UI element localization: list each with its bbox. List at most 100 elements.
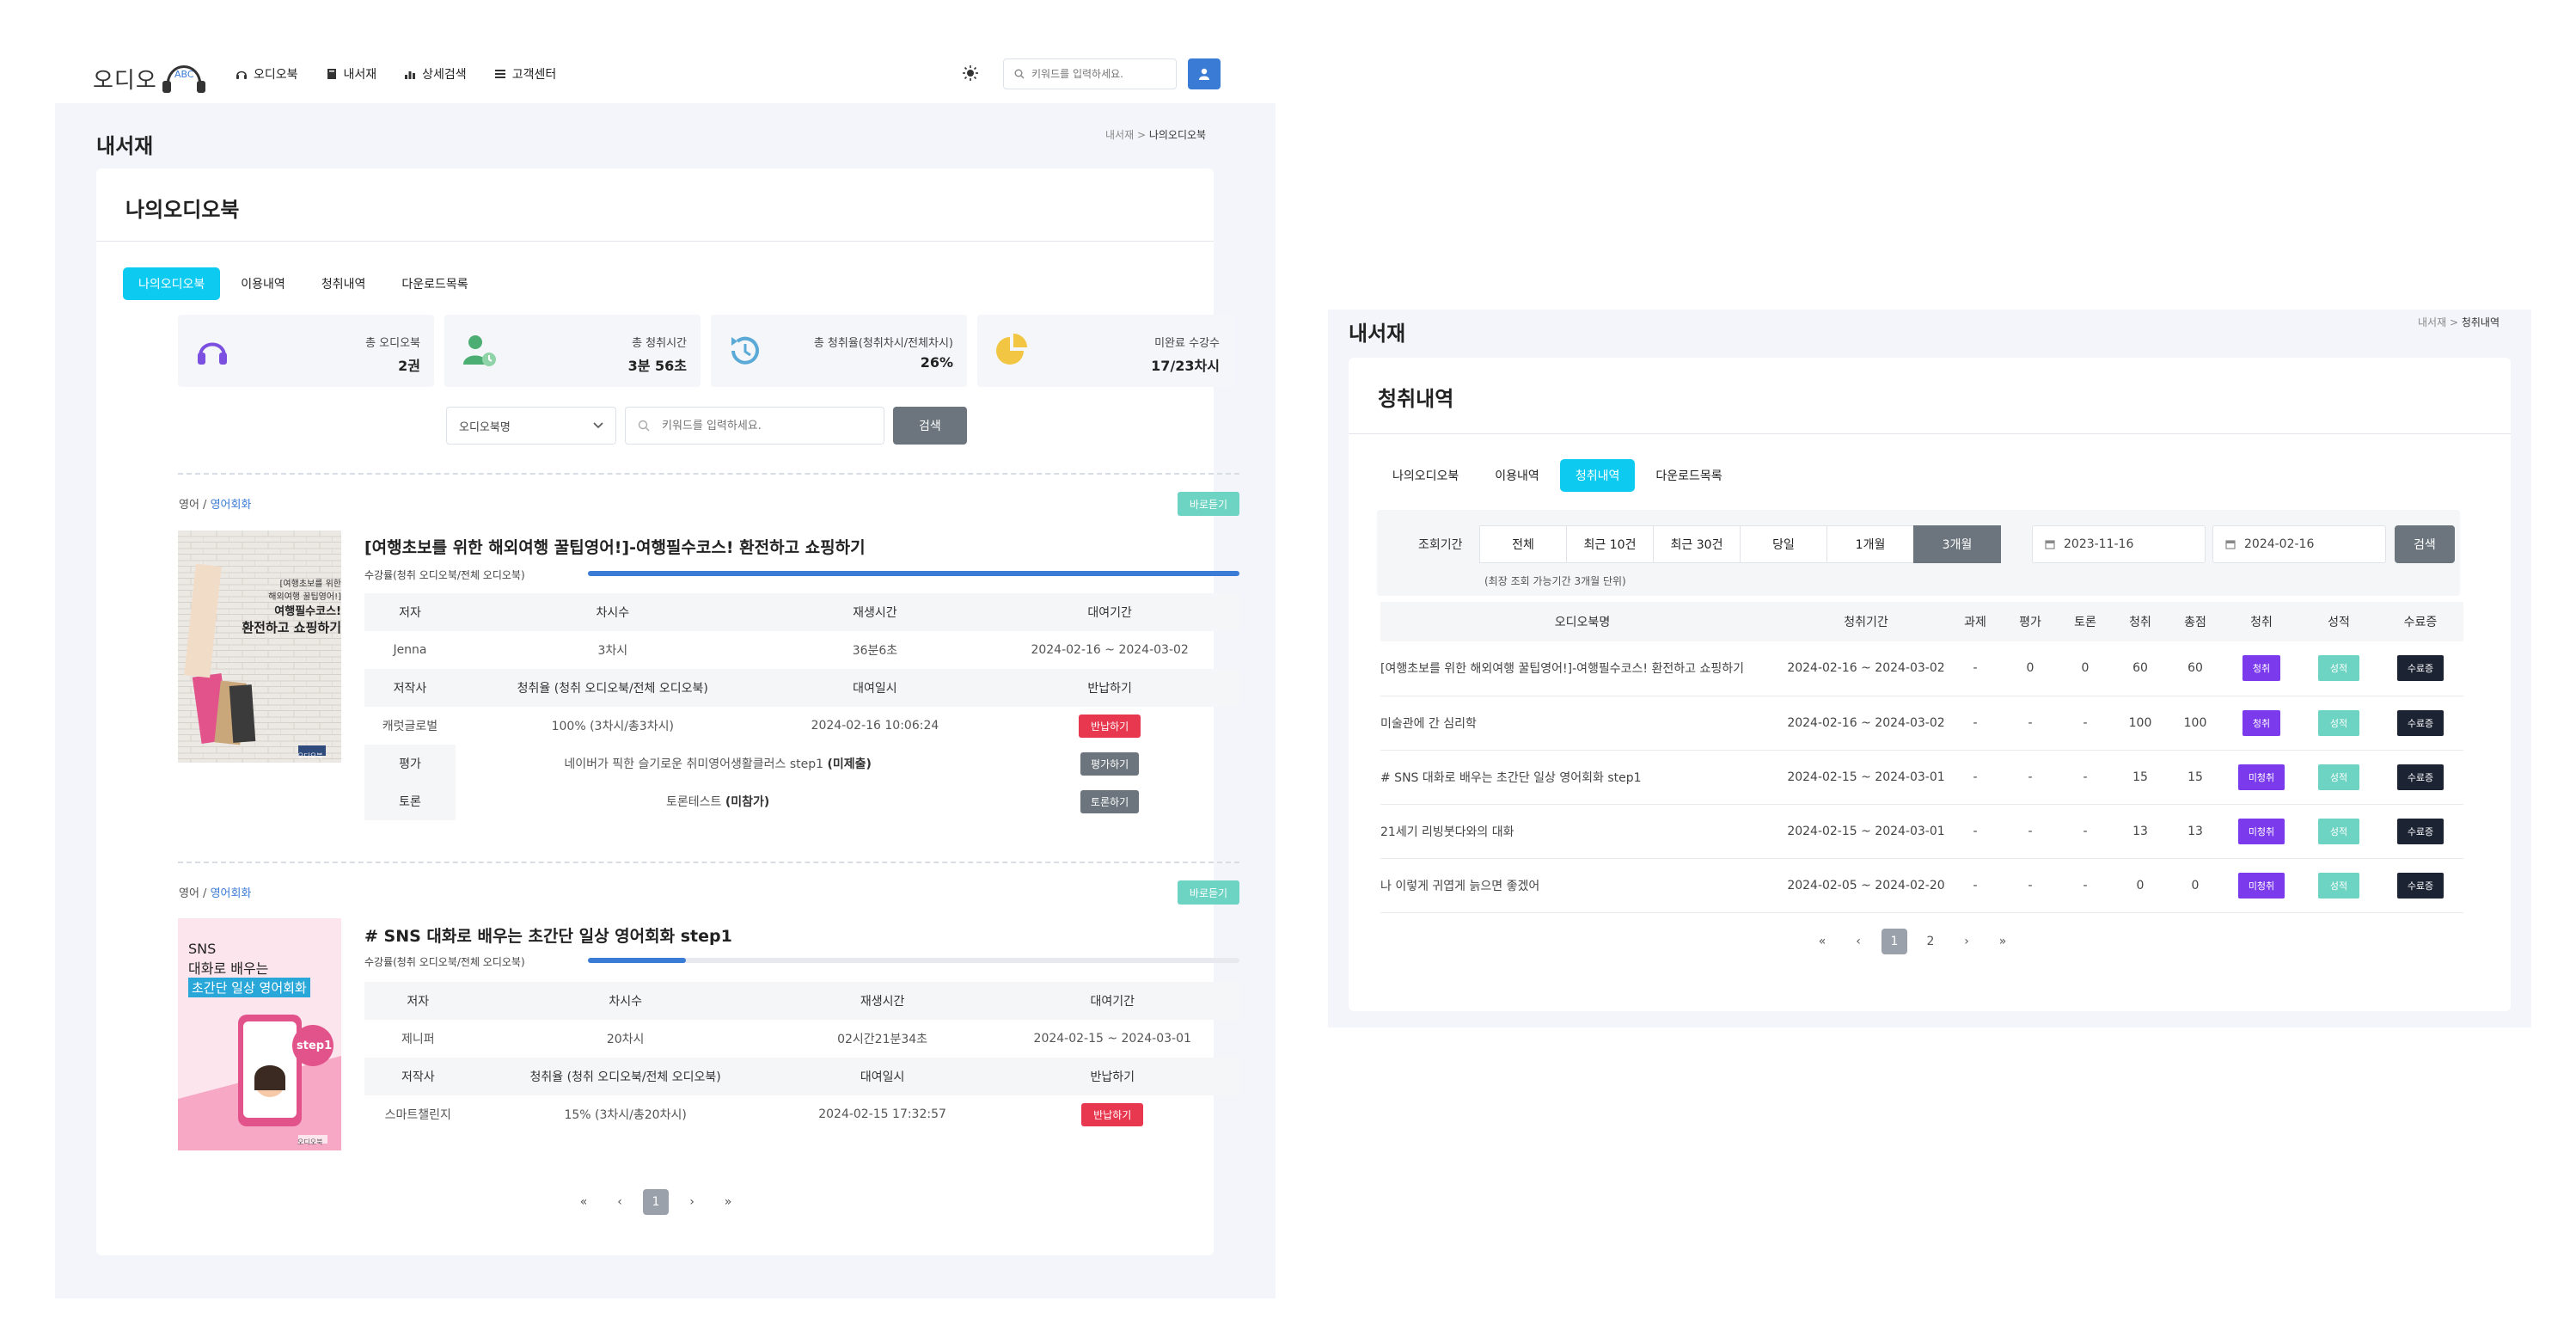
row-certificate-button[interactable]: 수료증	[2396, 818, 2444, 844]
row-status-button[interactable]: 미청취	[2237, 872, 2285, 899]
date-from-field[interactable]: 2023-11-16	[2032, 525, 2206, 563]
row-certificate-button[interactable]: 수료증	[2396, 709, 2444, 736]
row-certificate-button[interactable]: 수료증	[2396, 655, 2444, 682]
row-title[interactable]: 미술관에 간 심리학	[1380, 696, 1784, 751]
nav-support[interactable]: 고객센터	[494, 65, 556, 83]
row-title[interactable]: 나 이렇게 귀엽게 늙으면 좋겠어	[1380, 858, 1784, 913]
tab-usage-history[interactable]: 이용내역	[1479, 459, 1555, 492]
row-grade-button[interactable]: 성적	[2317, 655, 2360, 682]
page-last[interactable]: »	[1990, 929, 2016, 954]
row-grade-button[interactable]: 성적	[2317, 709, 2360, 736]
theme-toggle-sun-icon[interactable]	[961, 64, 980, 83]
site-logo[interactable]: 오디오 ABC	[93, 52, 209, 95]
row-period: 2024-02-15 ~ 2024-03-01	[1784, 804, 1948, 859]
tab-download-list[interactable]: 다운로드목록	[386, 267, 483, 300]
page-number[interactable]: 1	[1882, 929, 1907, 954]
logo-mark-icon: ABC	[162, 65, 205, 93]
row-certificate-button[interactable]: 수료증	[2396, 764, 2444, 790]
nav-audiobook[interactable]: 오디오북	[236, 65, 298, 83]
row-grade-button[interactable]: 성적	[2317, 764, 2360, 790]
header-search-input[interactable]	[1031, 68, 1160, 80]
discuss-text: 토론테스트	[665, 795, 722, 809]
table-row: Jenna 3차시 36분6초 2024-02-16 ~ 2024-03-02	[364, 631, 1239, 669]
page-first[interactable]: «	[1809, 929, 1835, 954]
header-cell: 차시수	[471, 982, 780, 1020]
nav-advanced-search[interactable]: 상세검색	[404, 65, 467, 83]
period-3-month[interactable]: 3개월	[1913, 525, 2001, 563]
page-last[interactable]: »	[715, 1189, 741, 1215]
row-total: 100	[2168, 696, 2223, 751]
row-status-button[interactable]: 미청취	[2237, 818, 2285, 844]
row-status-cell: 청취	[2223, 696, 2300, 751]
book-cover[interactable]	[178, 531, 341, 763]
tab-download-list[interactable]: 다운로드목록	[1640, 459, 1737, 492]
row-listen-score: 13	[2113, 804, 2168, 859]
main-nav: 오디오북 내서재 상세검색 고객센터	[236, 65, 556, 83]
category-sub[interactable]: 영어회화	[211, 887, 252, 900]
page-first[interactable]: «	[571, 1189, 597, 1215]
return-button[interactable]: 반납하기	[1079, 714, 1141, 738]
search-button[interactable]: 검색	[893, 407, 967, 445]
tab-listening-history[interactable]: 청취내역	[306, 267, 382, 300]
page-prev[interactable]: ‹	[607, 1189, 633, 1215]
period-all[interactable]: 전체	[1479, 525, 1567, 563]
row-discuss: -	[2058, 750, 2113, 805]
period-segment: 전체 최근 10건 최근 30건 당일 1개월 3개월	[1479, 525, 2001, 563]
return-cell: 반납하기	[985, 1095, 1239, 1133]
row-status-button[interactable]: 미청취	[2237, 764, 2285, 790]
tab-listening-history[interactable]: 청취내역	[1559, 459, 1636, 492]
breadcrumb-root[interactable]: 내서재	[2418, 316, 2446, 328]
row-status-button[interactable]: 청취	[2242, 709, 2281, 736]
return-cell: 반납하기	[980, 707, 1239, 745]
tab-my-audiobook[interactable]: 나의오디오북	[123, 267, 221, 300]
page-number[interactable]: 1	[643, 1189, 669, 1215]
page-number[interactable]: 2	[1918, 929, 1943, 954]
row-title[interactable]: 21세기 리빙붓다와의 대화	[1380, 804, 1784, 859]
book-title[interactable]: [여행초보를 위한 해외여행 꿀팁영어!]-여행필수코스! 환전하고 쇼핑하기	[364, 535, 866, 558]
row-status-button[interactable]: 청취	[2242, 655, 2281, 682]
book-title[interactable]: # SNS 대화로 배우는 초간단 일상 영어회화 step1	[364, 923, 732, 947]
quick-listen-button[interactable]: 바로듣기	[1178, 880, 1239, 905]
period-today[interactable]: 당일	[1740, 525, 1827, 563]
period-recent-10[interactable]: 최근 10건	[1566, 525, 1654, 563]
page-prev[interactable]: ‹	[1845, 929, 1871, 954]
breadcrumb-root[interactable]: 내서재	[1105, 129, 1134, 141]
row-title[interactable]: [여행초보를 위한 해외여행 꿀팁영어!]-여행필수코스! 환전하고 쇼핑하기	[1380, 641, 1784, 696]
cover-line: 해외여행 꿀팁영어!]	[268, 592, 341, 602]
discuss-label: 토론	[364, 782, 456, 820]
rental-date-cell: 2024-02-15 17:32:57	[818, 1107, 946, 1121]
stat-total-audiobooks: 총 오디오북 2권	[178, 315, 434, 387]
date-to-field[interactable]: 2024-02-16	[2212, 525, 2386, 563]
history-search-button[interactable]: 검색	[2395, 525, 2455, 563]
search-type-select[interactable]: 오디오북명	[446, 407, 616, 445]
row-certificate-button[interactable]: 수료증	[2396, 872, 2444, 899]
page-next[interactable]: ›	[679, 1189, 705, 1215]
row-period: 2024-02-05 ~ 2024-02-20	[1784, 858, 1948, 913]
period-recent-30[interactable]: 최근 30건	[1653, 525, 1741, 563]
tab-my-audiobook[interactable]: 나의오디오북	[1377, 459, 1474, 492]
row-period: 2024-02-16 ~ 2024-03-02	[1784, 696, 1948, 751]
row-grade-button[interactable]: 성적	[2317, 872, 2360, 899]
row-discuss: -	[2058, 696, 2113, 751]
user-menu-button[interactable]	[1188, 58, 1221, 89]
category-sub[interactable]: 영어회화	[211, 499, 252, 512]
discuss-button[interactable]: 토론하기	[1080, 789, 1140, 813]
discuss-status: (미참가)	[725, 795, 770, 809]
page-next[interactable]: ›	[1954, 929, 1979, 954]
period-1-month[interactable]: 1개월	[1826, 525, 1914, 563]
duration-cell: 02시간21분34초	[837, 1033, 928, 1046]
nav-advanced-search-label: 상세검색	[422, 68, 467, 82]
keyword-input[interactable]	[662, 419, 868, 432]
nav-library[interactable]: 내서재	[326, 65, 376, 83]
header-cell: 대여기간	[980, 593, 1239, 631]
row-title[interactable]: # SNS 대화로 배우는 초간단 일상 영어회화 step1	[1380, 750, 1784, 805]
review-button[interactable]: 평가하기	[1080, 751, 1140, 776]
tab-usage-history[interactable]: 이용내역	[225, 267, 301, 300]
card-title: 나의오디오북	[125, 198, 240, 222]
discuss-action-cell: 토론하기	[980, 782, 1239, 820]
return-button[interactable]: 반납하기	[1081, 1102, 1144, 1126]
row-total: 15	[2168, 750, 2223, 805]
col-listen-status: 청취	[2223, 602, 2300, 641]
quick-listen-button[interactable]: 바로듣기	[1178, 492, 1239, 516]
row-grade-button[interactable]: 성적	[2317, 818, 2360, 844]
